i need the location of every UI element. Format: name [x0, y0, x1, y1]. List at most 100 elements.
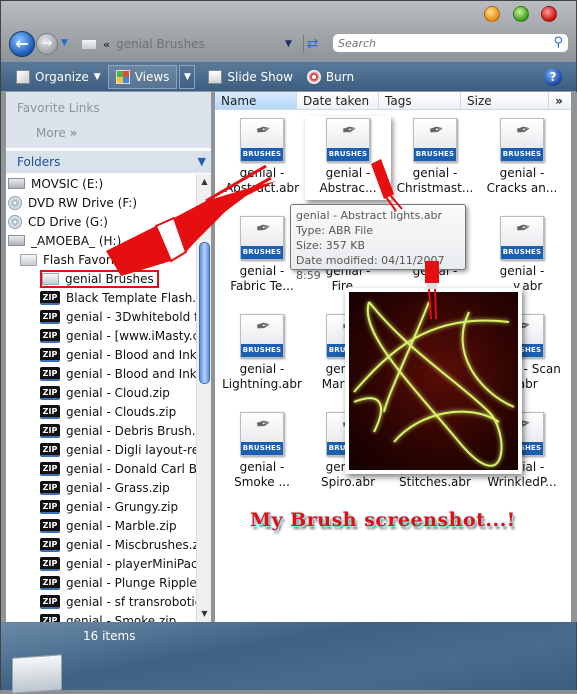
- paintbrush-icon: ✒: [254, 118, 273, 143]
- brush-preview-image: [345, 288, 522, 474]
- file-name-line2: Abstrac...: [319, 181, 377, 195]
- folder-tree-item-label: genial - Smoke.zip: [66, 613, 177, 623]
- breadcrumb-current-folder[interactable]: genial Brushes: [116, 37, 205, 51]
- folder-tree-item[interactable]: MOVSIC (E:): [6, 174, 196, 193]
- folder-tree-item[interactable]: ZIP genial - [www.iMasty.com]-: [6, 326, 196, 345]
- folder-tree-item-label: Flash Favorite 1: [43, 252, 138, 267]
- address-dropdown[interactable]: ▼: [285, 39, 292, 49]
- folder-tree-item[interactable]: ZIP genial - Cloud.zip: [6, 383, 196, 402]
- zip-file-icon: ZIP: [40, 366, 60, 381]
- brush-file-icon: ✒ BRUSHES: [240, 412, 284, 456]
- folder-tree-item[interactable]: Flash Favorite 1: [6, 250, 196, 269]
- folder-tree-item[interactable]: ZIP genial - Smoke.zip: [6, 611, 196, 622]
- folders-header[interactable]: Folders ▼: [6, 151, 211, 173]
- minimize-button[interactable]: [484, 6, 500, 22]
- address-bar[interactable]: « genial Brushes: [79, 32, 301, 56]
- paintbrush-icon: ✒: [254, 216, 273, 241]
- brush-file-icon: ✒ BRUSHES: [413, 118, 457, 162]
- file-name-line2: WrinkledP...: [487, 475, 557, 489]
- tooltip-type: Type: ABR File: [296, 224, 374, 237]
- column-tags[interactable]: Tags: [379, 92, 461, 109]
- file-name-line1: genial -: [239, 362, 285, 376]
- title-bar: [1, 1, 576, 29]
- scroll-thumb[interactable]: [199, 242, 210, 384]
- folder-tree-item-label: genial - Blood and Ink1.zip: [66, 347, 196, 362]
- zip-file-icon: ZIP: [40, 309, 60, 324]
- search-icon[interactable]: ⚲: [553, 35, 563, 50]
- paintbrush-icon: ✒: [427, 118, 446, 143]
- folder-tree-item[interactable]: genial Brushes: [6, 269, 196, 288]
- annotation-caption: My Brush screenshot...!: [250, 509, 516, 531]
- folder-tree-item[interactable]: ZIP genial - Miscbrushes.zip: [6, 535, 196, 554]
- back-button[interactable]: ←: [9, 31, 35, 57]
- forward-button[interactable]: →: [36, 33, 58, 55]
- zip-file-icon: ZIP: [40, 575, 60, 590]
- folder-tree-item[interactable]: ZIP genial - Marble.zip: [6, 516, 196, 535]
- folder-tree-item[interactable]: ZIP genial - Debris Brush.zip: [6, 421, 196, 440]
- folder-tree-item[interactable]: DVD RW Drive (F:): [6, 193, 196, 212]
- zip-file-icon: ZIP: [40, 328, 60, 343]
- folder-tree-scrollbar[interactable]: ▲ ▼: [196, 174, 211, 622]
- file-tooltip: genial - Abstract lights.abr Type: ABR F…: [290, 204, 466, 282]
- column-name[interactable]: Name: [215, 92, 297, 109]
- folder-tree-item[interactable]: ZIP genial - Clouds.zip: [6, 402, 196, 421]
- file-name-line1: genial -: [239, 166, 285, 180]
- favorite-links-title: Favorite Links: [17, 101, 100, 115]
- folder-tree-item-label: DVD RW Drive (F:): [28, 195, 138, 210]
- zip-file-icon: ZIP: [40, 404, 60, 419]
- burn-disc-icon: [306, 69, 321, 84]
- scroll-down-arrow-icon[interactable]: ▼: [197, 606, 212, 622]
- folder-tree-item[interactable]: ZIP Black Template Flash.zip: [6, 288, 196, 307]
- more-label: More: [36, 126, 66, 140]
- zip-file-icon: ZIP: [40, 347, 60, 362]
- paintbrush-icon: ✒: [254, 412, 273, 437]
- file-item[interactable]: ✒ BRUSHES genial - Lightning.abr: [219, 314, 305, 392]
- file-item[interactable]: ✒ BRUSHES genial - Smoke ...: [219, 412, 305, 490]
- folder-tree-item-label: genial - Donald Carl Barks Sc: [66, 461, 196, 476]
- column-size[interactable]: Size: [461, 92, 549, 109]
- file-item[interactable]: ✒ BRUSHES genial - ...y.abr: [479, 216, 565, 294]
- paintbrush-icon: ✒: [514, 216, 533, 241]
- folder-tree-item[interactable]: _AMOEBA_ (H:): [6, 231, 196, 250]
- folder-tree-item[interactable]: ZIP genial - Donald Carl Barks Sc: [6, 459, 196, 478]
- scroll-up-arrow-icon[interactable]: ▲: [197, 174, 212, 190]
- column-date-taken[interactable]: Date taken: [297, 92, 379, 109]
- folder-tree-item[interactable]: ZIP genial - Blood and Ink1.zip: [6, 345, 196, 364]
- organize-button[interactable]: Organize ▼: [9, 65, 108, 89]
- folder-tree-item-label: genial - Plunge Ripple.zip: [66, 575, 196, 590]
- breadcrumb-overflow[interactable]: «: [103, 38, 110, 51]
- views-dropdown-button[interactable]: ▼: [179, 64, 196, 89]
- favorite-links-section: Favorite Links More »: [6, 92, 211, 148]
- file-item[interactable]: ✒ BRUSHES genial - Christmast...: [392, 118, 478, 196]
- more-columns-button[interactable]: »: [549, 92, 569, 109]
- folder-tree-item[interactable]: ZIP genial - playerMiniPackage.: [6, 554, 196, 573]
- file-item[interactable]: ✒ BRUSHES genial - Cracks an...: [479, 118, 565, 196]
- file-item[interactable]: ✒ BRUSHES genial - Abstrac...: [305, 116, 391, 200]
- folder-tree-item[interactable]: ZIP genial - Grungy.zip: [6, 497, 196, 516]
- brushes-badge: BRUSHES: [501, 246, 543, 259]
- maximize-button[interactable]: [513, 6, 529, 22]
- views-button[interactable]: Views: [107, 64, 178, 89]
- folder-tree-item[interactable]: ZIP genial - sf transrobotics.zip: [6, 592, 196, 611]
- light-streaks: [353, 301, 515, 467]
- search-input[interactable]: [338, 36, 538, 50]
- file-item[interactable]: ✒ BRUSHES genial - Abstract.abr: [219, 118, 305, 196]
- brushes-badge: BRUSHES: [327, 148, 369, 161]
- brushes-badge: BRUSHES: [414, 148, 456, 161]
- close-button[interactable]: [541, 6, 557, 22]
- slideshow-button[interactable]: Slide Show: [201, 65, 299, 89]
- folder-tree-item[interactable]: ZIP genial - Digli layout-request: [6, 440, 196, 459]
- refresh-button[interactable]: ⇄: [303, 35, 321, 53]
- search-box[interactable]: ⚲: [332, 33, 569, 53]
- folder-tree-item[interactable]: ZIP genial - Grass.zip: [6, 478, 196, 497]
- help-button[interactable]: ?: [544, 68, 562, 86]
- file-name-line2: Abstract.abr: [224, 181, 300, 195]
- burn-button[interactable]: Burn: [300, 65, 361, 89]
- folder-tree-item[interactable]: CD Drive (G:): [6, 212, 196, 231]
- folder-tree-item[interactable]: ZIP genial - Blood and Ink2.zip: [6, 364, 196, 383]
- more-links-button[interactable]: More »: [36, 126, 77, 140]
- folder-tree-item[interactable]: ZIP genial - 3Dwhitebold font.zi: [6, 307, 196, 326]
- folder-tree-item-label: genial - Miscbrushes.zip: [66, 537, 196, 552]
- recent-pages-dropdown[interactable]: ▼: [61, 38, 68, 48]
- folder-tree-item[interactable]: ZIP genial - Plunge Ripple.zip: [6, 573, 196, 592]
